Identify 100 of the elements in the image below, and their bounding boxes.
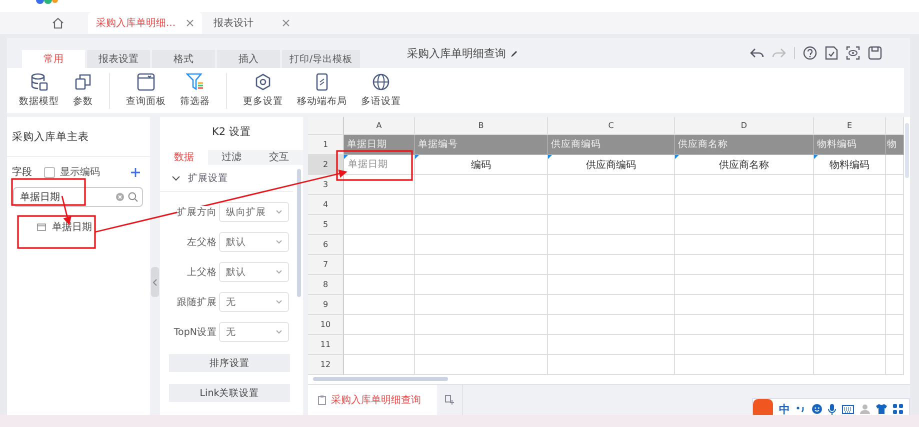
table-cell[interactable] (675, 355, 814, 375)
ribbon-button[interactable]: 更多设置 (239, 73, 287, 108)
table-cell[interactable] (415, 255, 548, 275)
column-header[interactable]: A (344, 117, 415, 135)
redo-icon[interactable] (772, 47, 786, 59)
row-header[interactable]: 8 (308, 275, 344, 295)
field-item[interactable]: 单据日期 (7, 207, 150, 234)
table-cell[interactable] (415, 335, 548, 355)
select-field[interactable]: 默认 (219, 262, 289, 282)
table-cell[interactable] (886, 215, 904, 235)
table-cell[interactable]: 单据日期 (344, 155, 415, 175)
document-check-icon[interactable] (825, 46, 838, 60)
table-cell[interactable] (415, 275, 548, 295)
help-icon[interactable] (803, 46, 817, 60)
table-cell[interactable] (814, 275, 886, 295)
row-header[interactable]: 3 (308, 175, 344, 195)
table-cell[interactable] (548, 215, 675, 235)
row-header[interactable]: 11 (308, 335, 344, 355)
ribbon-tab[interactable]: 常用 (22, 50, 85, 68)
save-icon[interactable] (868, 46, 882, 60)
table-cell[interactable] (548, 175, 675, 195)
table-cell[interactable] (814, 215, 886, 235)
table-cell[interactable] (344, 255, 415, 275)
row-header[interactable]: 6 (308, 235, 344, 255)
table-cell[interactable] (814, 195, 886, 215)
table-cell[interactable] (675, 255, 814, 275)
column-header[interactable] (886, 117, 904, 135)
ribbon-tab[interactable]: 打印/导出模板 (282, 50, 360, 68)
table-cell[interactable] (814, 315, 886, 335)
row-header[interactable]: 5 (308, 215, 344, 235)
table-cell[interactable] (548, 235, 675, 255)
ribbon-tab[interactable]: 报表设置 (87, 50, 150, 68)
table-cell[interactable] (548, 195, 675, 215)
home-icon[interactable] (52, 17, 64, 29)
table-cell[interactable] (886, 235, 904, 255)
table-cell[interactable] (675, 275, 814, 295)
smiley-icon[interactable] (812, 404, 822, 414)
table-cell[interactable] (814, 295, 886, 315)
table-cell[interactable] (415, 295, 548, 315)
ime-language[interactable]: 中 (779, 402, 790, 416)
table-cell[interactable] (886, 355, 904, 375)
table-cell[interactable] (886, 275, 904, 295)
table-cell[interactable] (344, 315, 415, 335)
table-cell[interactable] (886, 295, 904, 315)
settings-tab[interactable]: 过滤 (208, 150, 256, 165)
clear-icon[interactable] (116, 193, 124, 201)
search-icon[interactable] (128, 192, 138, 202)
table-cell[interactable] (675, 215, 814, 235)
table-cell[interactable] (814, 175, 886, 195)
app-tab[interactable]: 报表设计 (206, 12, 298, 34)
horizontal-scrollbar[interactable] (313, 377, 448, 381)
table-cell[interactable] (886, 175, 904, 195)
row-header[interactable]: 10 (308, 315, 344, 335)
settings-tab[interactable]: 交互 (255, 150, 304, 165)
table-cell[interactable] (548, 355, 675, 375)
select-field[interactable]: 纵向扩展 (219, 202, 289, 222)
table-cell[interactable] (886, 255, 904, 275)
ribbon-button[interactable]: 筛选器 (176, 73, 214, 108)
row-header[interactable]: 2 (308, 155, 344, 175)
collapse-handle[interactable] (151, 267, 159, 297)
add-sheet-icon[interactable] (445, 395, 454, 405)
row-header[interactable]: 12 (308, 355, 344, 375)
settings-button[interactable]: 排序设置 (169, 354, 290, 372)
settings-tab[interactable]: 数据 (160, 150, 208, 165)
select-field[interactable]: 无 (219, 322, 289, 342)
table-cell[interactable] (675, 295, 814, 315)
grid-icon[interactable] (893, 404, 903, 414)
table-cell[interactable] (344, 275, 415, 295)
preview-icon[interactable] (846, 46, 860, 60)
ribbon-button[interactable]: 查询面板 (122, 73, 170, 108)
table-cell[interactable] (344, 355, 415, 375)
table-cell[interactable] (886, 155, 904, 175)
table-cell[interactable] (548, 255, 675, 275)
row-header[interactable]: 7 (308, 255, 344, 275)
table-cell[interactable] (415, 355, 548, 375)
add-icon[interactable] (131, 168, 140, 176)
select-field[interactable]: 无 (219, 292, 289, 312)
ribbon-button[interactable]: 参数 (69, 73, 97, 108)
table-cell[interactable] (415, 315, 548, 335)
close-icon[interactable] (186, 19, 194, 27)
table-cell[interactable] (344, 215, 415, 235)
ribbon-button[interactable]: 数据模型 (15, 73, 63, 108)
table-cell[interactable] (814, 235, 886, 255)
microphone-icon[interactable] (828, 404, 836, 414)
table-cell[interactable] (344, 335, 415, 355)
table-cell[interactable] (415, 215, 548, 235)
ribbon-button[interactable]: 移动端布局 (293, 73, 351, 108)
table-cell[interactable] (675, 335, 814, 355)
ribbon-tab[interactable]: 插入 (217, 50, 280, 68)
scrollbar[interactable] (297, 169, 301, 297)
section-header[interactable]: 扩展设置 (160, 165, 293, 192)
ribbon-tab[interactable]: 格式 (152, 50, 215, 68)
person-icon[interactable] (860, 404, 870, 414)
ribbon-button[interactable]: 多语设置 (357, 73, 405, 108)
table-cell[interactable] (415, 195, 548, 215)
row-header[interactable]: 1 (308, 135, 344, 155)
column-header[interactable]: E (814, 117, 886, 135)
table-cell[interactable] (814, 355, 886, 375)
table-cell[interactable] (344, 295, 415, 315)
table-cell[interactable]: 供应商名称 (675, 155, 814, 175)
